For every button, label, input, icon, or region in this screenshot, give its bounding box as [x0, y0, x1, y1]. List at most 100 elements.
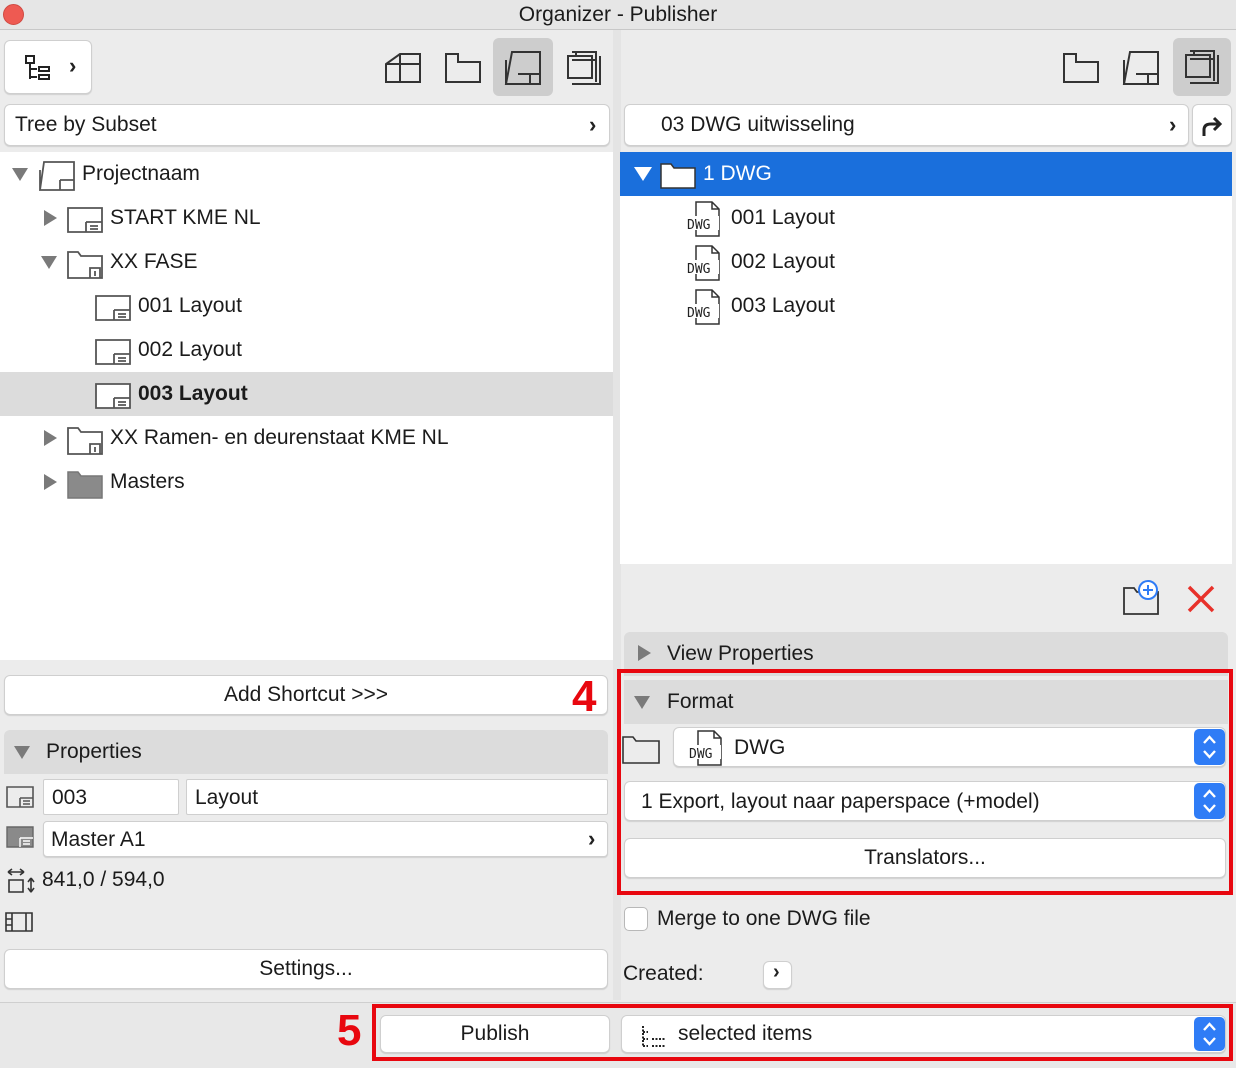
- tree-item-dwg[interactable]: DWG 001 Layout: [620, 196, 1232, 240]
- window-titlebar: Organizer - Publisher: [0, 0, 1236, 30]
- annotation-box-format: [617, 669, 1233, 895]
- layout-book-icon[interactable]: [1122, 50, 1160, 86]
- layout-icon: [94, 382, 132, 410]
- layout-id-value: 003: [52, 786, 88, 809]
- properties-header-label: Properties: [46, 740, 142, 763]
- tree-item-label: 001 Layout: [138, 294, 242, 317]
- tree-item-label: Projectnaam: [82, 162, 200, 185]
- tree-item-label: START KME NL: [110, 206, 261, 229]
- tree-item-layout[interactable]: 001 Layout: [0, 284, 613, 328]
- layout-name-field[interactable]: Layout: [186, 779, 608, 815]
- new-folder-icon[interactable]: [1122, 580, 1162, 616]
- tree-item-dwg[interactable]: DWG 003 Layout: [620, 284, 1232, 328]
- tree-navigation-button[interactable]: ›: [4, 40, 92, 94]
- annotation-number-5: 5: [337, 1006, 362, 1055]
- project-map-icon[interactable]: [384, 50, 422, 84]
- tree-item-label: 001 Layout: [731, 206, 835, 229]
- close-window-button[interactable]: [3, 4, 24, 25]
- delete-icon[interactable]: [1186, 584, 1216, 614]
- masters-folder-icon: [66, 468, 104, 500]
- layout-book-tab[interactable]: [493, 38, 553, 96]
- expand-triangle-icon[interactable]: [44, 430, 57, 446]
- arrow-up-icon: [1201, 114, 1225, 138]
- subset-folder-icon: [66, 424, 104, 456]
- tree-item-label: 003 Layout: [138, 382, 248, 405]
- layout-icon: [94, 294, 132, 322]
- tree-item-layout[interactable]: 002 Layout: [0, 328, 613, 372]
- layout-size-icon: [6, 868, 36, 894]
- collapse-triangle-icon[interactable]: [12, 168, 28, 181]
- dwg-file-icon: DWG: [684, 288, 722, 326]
- folder-icon: [660, 161, 696, 189]
- view-selector-label: Tree by Subset: [15, 113, 157, 136]
- view-map-icon[interactable]: [1062, 50, 1100, 84]
- publisher-set-label: 03 DWG uitwisseling: [661, 113, 855, 136]
- subset-icon: [66, 206, 104, 234]
- chevron-right-icon: ›: [773, 961, 780, 983]
- tree-item-label: XX FASE: [110, 250, 198, 273]
- settings-button-label: Settings...: [259, 957, 353, 980]
- svg-text:DWG: DWG: [687, 306, 711, 321]
- layout-size-value: 841,0 / 594,0: [42, 868, 165, 891]
- publisher-sets-icon[interactable]: [566, 50, 602, 86]
- chevron-right-icon: ›: [588, 826, 596, 851]
- master-layout-value: Master A1: [51, 828, 146, 851]
- svg-text:DWG: DWG: [687, 262, 711, 277]
- expand-triangle-icon[interactable]: [638, 645, 651, 661]
- chevron-right-icon: ›: [589, 112, 597, 137]
- tree-item-label: 002 Layout: [731, 250, 835, 273]
- tree-item-layout-selected[interactable]: 003 Layout: [0, 372, 613, 416]
- tree-item-subset[interactable]: XX FASE: [0, 240, 613, 284]
- created-expand-button[interactable]: ›: [763, 961, 792, 989]
- view-properties-label: View Properties: [667, 642, 814, 665]
- margins-icon: [5, 911, 33, 933]
- layout-name-value: Layout: [195, 786, 259, 809]
- publisher-set-dropdown[interactable]: 03 DWG uitwisseling ›: [624, 104, 1189, 146]
- subset-folder-icon: [66, 248, 104, 280]
- tree-item-dwg[interactable]: DWG 002 Layout: [620, 240, 1232, 284]
- layout-id-field[interactable]: 003: [43, 779, 179, 815]
- tree-item-root[interactable]: Projectnaam: [0, 152, 613, 196]
- layout-book-tree[interactable]: Projectnaam START KME NL XX FASE 001 Lay…: [0, 152, 613, 660]
- tree-item-label: 003 Layout: [731, 294, 835, 317]
- tree-item-label: Masters: [110, 470, 185, 493]
- view-map-icon[interactable]: [444, 50, 482, 84]
- tree-structure-icon: [23, 53, 53, 83]
- properties-header[interactable]: Properties: [4, 730, 608, 774]
- publisher-set-tree[interactable]: 1 DWG DWG 001 Layout DWG 002 Layout DWG …: [620, 152, 1232, 564]
- add-shortcut-button[interactable]: Add Shortcut >>>: [4, 675, 608, 715]
- dwg-file-icon: DWG: [684, 244, 722, 282]
- expand-triangle-icon[interactable]: [44, 210, 57, 226]
- chevron-right-icon: ›: [1169, 112, 1177, 137]
- layout-book-icon: [38, 160, 76, 192]
- collapse-triangle-icon[interactable]: [14, 746, 30, 759]
- master-layout-dropdown[interactable]: Master A1 ›: [43, 821, 608, 857]
- expand-triangle-icon[interactable]: [44, 474, 57, 490]
- layout-icon: [6, 786, 34, 808]
- master-layout-icon: [6, 826, 34, 848]
- tree-item-label: 1 DWG: [703, 162, 772, 185]
- publisher-sets-tab[interactable]: [1173, 38, 1231, 96]
- svg-text:DWG: DWG: [687, 218, 711, 233]
- collapse-triangle-icon[interactable]: [634, 167, 652, 181]
- tree-item-masters[interactable]: Masters: [0, 460, 613, 504]
- view-selector-dropdown[interactable]: Tree by Subset ›: [4, 104, 610, 146]
- tree-item-subset[interactable]: START KME NL: [0, 196, 613, 240]
- merge-label: Merge to one DWG file: [657, 907, 871, 930]
- window-title: Organizer - Publisher: [518, 3, 718, 26]
- merge-checkbox[interactable]: [624, 907, 648, 931]
- add-shortcut-label: Add Shortcut >>>: [223, 683, 389, 706]
- tree-item-label: XX Ramen- en deurenstaat KME NL: [110, 426, 449, 449]
- collapse-triangle-icon[interactable]: [41, 256, 57, 269]
- settings-button[interactable]: Settings...: [4, 949, 608, 989]
- tree-item-subset[interactable]: XX Ramen- en deurenstaat KME NL: [0, 416, 613, 460]
- go-up-button[interactable]: [1192, 104, 1232, 146]
- created-label: Created:: [623, 962, 704, 985]
- tree-item-folder-selected[interactable]: 1 DWG: [620, 152, 1232, 196]
- chevron-right-icon: ›: [69, 53, 77, 78]
- annotation-box-publish: [372, 1004, 1233, 1061]
- layout-book-icon: [504, 50, 542, 86]
- layout-icon: [94, 338, 132, 366]
- annotation-number-4: 4: [572, 672, 597, 721]
- tree-item-label: 002 Layout: [138, 338, 242, 361]
